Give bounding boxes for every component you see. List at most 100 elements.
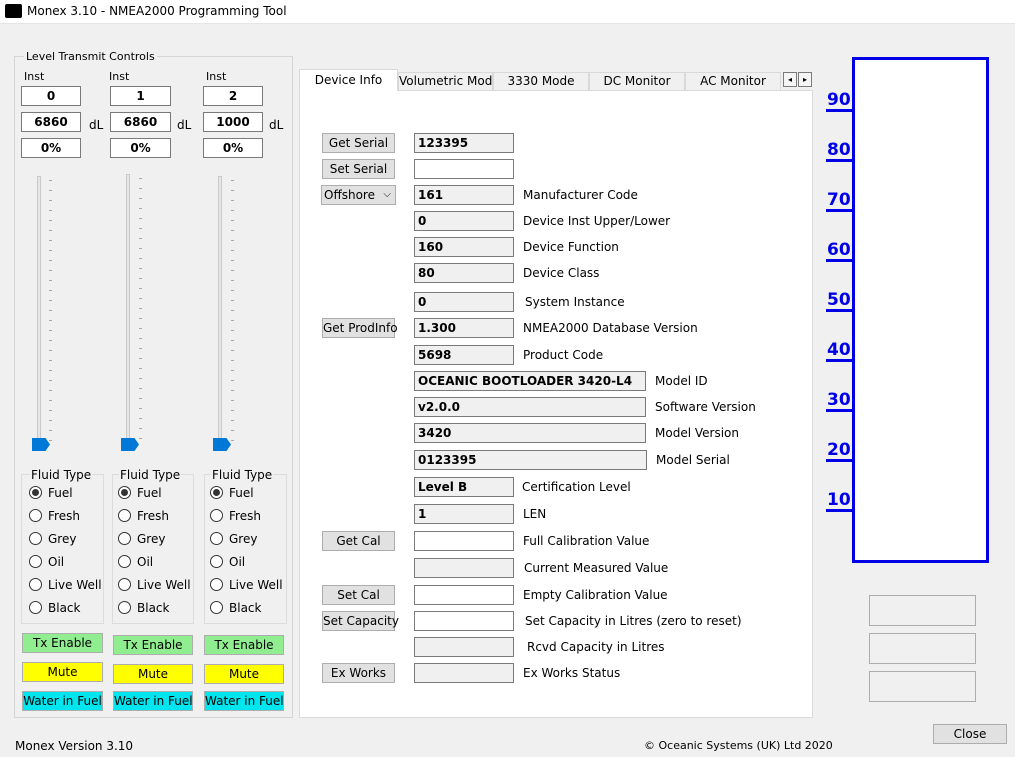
set-cal-button[interactable]: Set Cal xyxy=(322,585,395,605)
get-serial-button[interactable]: Get Serial xyxy=(322,133,395,153)
db-version-label: NMEA2000 Database Version xyxy=(523,321,698,335)
radio-circle[interactable] xyxy=(118,555,131,568)
radio-circle[interactable] xyxy=(210,486,223,499)
fluid-radio-grey[interactable]: Grey xyxy=(118,532,165,548)
gauge-tick-label: 50 xyxy=(827,290,851,310)
unit-label: dL xyxy=(177,118,192,132)
cert-level-value: Level B xyxy=(414,477,514,497)
tab-device-info[interactable]: Device Info xyxy=(299,69,398,91)
ex-works-status-label: Ex Works Status xyxy=(523,666,621,680)
close-button[interactable]: Close xyxy=(933,724,1007,744)
fluid-radio-black[interactable]: Black xyxy=(29,601,80,617)
get-prodinfo-button[interactable]: Get ProdInfo xyxy=(322,318,398,338)
mute-button[interactable]: Mute xyxy=(22,662,103,682)
status-box xyxy=(869,633,976,664)
tab-volumetric-mode[interactable]: Volumetric Mode xyxy=(398,72,500,91)
tab-ac-monitor[interactable]: AC Monitor xyxy=(685,72,781,91)
fluid-radio-fuel[interactable]: Fuel xyxy=(118,486,162,502)
radio-circle[interactable] xyxy=(29,578,42,591)
radio-circle[interactable] xyxy=(118,601,131,614)
radio-circle[interactable] xyxy=(210,555,223,568)
group-title: Level Transmit Controls xyxy=(24,50,157,63)
inst-input[interactable]: 0 xyxy=(21,86,81,106)
radio-circle[interactable] xyxy=(118,578,131,591)
get-cal-button[interactable]: Get Cal xyxy=(322,531,395,551)
radio-circle[interactable] xyxy=(210,578,223,591)
tx-enable-button[interactable]: Tx Enable xyxy=(113,635,193,655)
mute-button[interactable]: Mute xyxy=(204,664,284,684)
fluid-radio-oil[interactable]: Oil xyxy=(118,555,153,571)
fluid-radio-black[interactable]: Black xyxy=(118,601,169,617)
radio-circle[interactable] xyxy=(118,486,131,499)
empty-cal-input[interactable] xyxy=(414,585,514,605)
set-capacity-button[interactable]: Set Capacity xyxy=(322,611,399,631)
fluid-radio-grey[interactable]: Grey xyxy=(210,532,257,548)
full-cal-label: Full Calibration Value xyxy=(523,534,650,548)
percent-display: 0% xyxy=(21,138,81,158)
radio-circle[interactable] xyxy=(210,532,223,545)
ex-works-button[interactable]: Ex Works xyxy=(322,663,395,683)
fluid-radio-oil[interactable]: Oil xyxy=(210,555,245,571)
percent-display: 0% xyxy=(203,138,263,158)
radio-circle[interactable] xyxy=(210,601,223,614)
radio-label: Grey xyxy=(137,532,166,546)
radio-circle[interactable] xyxy=(29,486,42,499)
level-input[interactable]: 6860 xyxy=(21,112,81,132)
inst-input[interactable]: 1 xyxy=(110,86,171,106)
full-cal-input[interactable] xyxy=(414,531,514,551)
fluid-radio-live-well[interactable]: Live Well xyxy=(210,578,283,594)
tab-scroll-left-button[interactable]: ◂ xyxy=(783,72,797,87)
level-input[interactable]: 6860 xyxy=(110,112,171,132)
fluid-radio-fresh[interactable]: Fresh xyxy=(118,509,169,525)
set-serial-input[interactable] xyxy=(414,159,514,179)
status-box xyxy=(869,671,976,702)
radio-circle[interactable] xyxy=(29,555,42,568)
tab-dc-monitor[interactable]: DC Monitor xyxy=(589,72,685,91)
tab-3330-mode[interactable]: 3330 Mode xyxy=(493,72,589,91)
set-serial-button[interactable]: Set Serial xyxy=(322,159,395,179)
radio-label: Live Well xyxy=(229,578,283,592)
fluid-radio-live-well[interactable]: Live Well xyxy=(118,578,191,594)
tx-enable-button[interactable]: Tx Enable xyxy=(22,633,103,653)
fluid-radio-live-well[interactable]: Live Well xyxy=(29,578,102,594)
inst-label: Inst xyxy=(206,70,227,83)
level-slider[interactable] xyxy=(126,174,130,450)
tx-enable-button[interactable]: Tx Enable xyxy=(204,635,284,655)
capacity-label: Set Capacity in Litres (zero to reset) xyxy=(525,614,742,628)
tab-scroll-right-button[interactable]: ▸ xyxy=(798,72,812,87)
profile-select-value: Offshore xyxy=(324,188,375,202)
gauge-tick-label: 80 xyxy=(827,140,851,160)
radio-circle[interactable] xyxy=(118,509,131,522)
model-version-value: 3420 xyxy=(414,423,646,443)
radio-circle[interactable] xyxy=(29,509,42,522)
profile-select[interactable]: Offshore ⌵ xyxy=(321,185,396,205)
radio-label: Fuel xyxy=(48,486,73,500)
product-code-value: 5698 xyxy=(414,345,514,365)
current-measured-value xyxy=(414,558,514,578)
capacity-input[interactable] xyxy=(414,611,514,631)
radio-circle[interactable] xyxy=(29,601,42,614)
fluid-radio-fuel[interactable]: Fuel xyxy=(210,486,254,502)
fluid-radio-oil[interactable]: Oil xyxy=(29,555,64,571)
radio-circle[interactable] xyxy=(118,532,131,545)
radio-circle[interactable] xyxy=(29,532,42,545)
fluid-radio-fresh[interactable]: Fresh xyxy=(210,509,261,525)
water-in-fuel-button[interactable]: Water in Fuel xyxy=(22,691,103,711)
water-in-fuel-button[interactable]: Water in Fuel xyxy=(113,691,193,711)
rcvd-capacity-label: Rcvd Capacity in Litres xyxy=(527,640,665,654)
inst-input[interactable]: 2 xyxy=(203,86,263,106)
level-input[interactable]: 1000 xyxy=(203,112,263,132)
level-slider[interactable] xyxy=(37,176,41,450)
fluid-radio-black[interactable]: Black xyxy=(210,601,261,617)
level-slider[interactable] xyxy=(218,176,222,450)
water-in-fuel-button[interactable]: Water in Fuel xyxy=(204,691,284,711)
radio-circle[interactable] xyxy=(210,509,223,522)
fluid-radio-grey[interactable]: Grey xyxy=(29,532,76,548)
radio-label: Fresh xyxy=(48,509,80,523)
fluid-type-title: Fluid Type xyxy=(119,468,182,482)
len-label: LEN xyxy=(523,507,547,521)
device-inst-label: Device Inst Upper/Lower xyxy=(523,214,671,228)
mute-button[interactable]: Mute xyxy=(113,664,193,684)
fluid-radio-fresh[interactable]: Fresh xyxy=(29,509,80,525)
fluid-radio-fuel[interactable]: Fuel xyxy=(29,486,73,502)
